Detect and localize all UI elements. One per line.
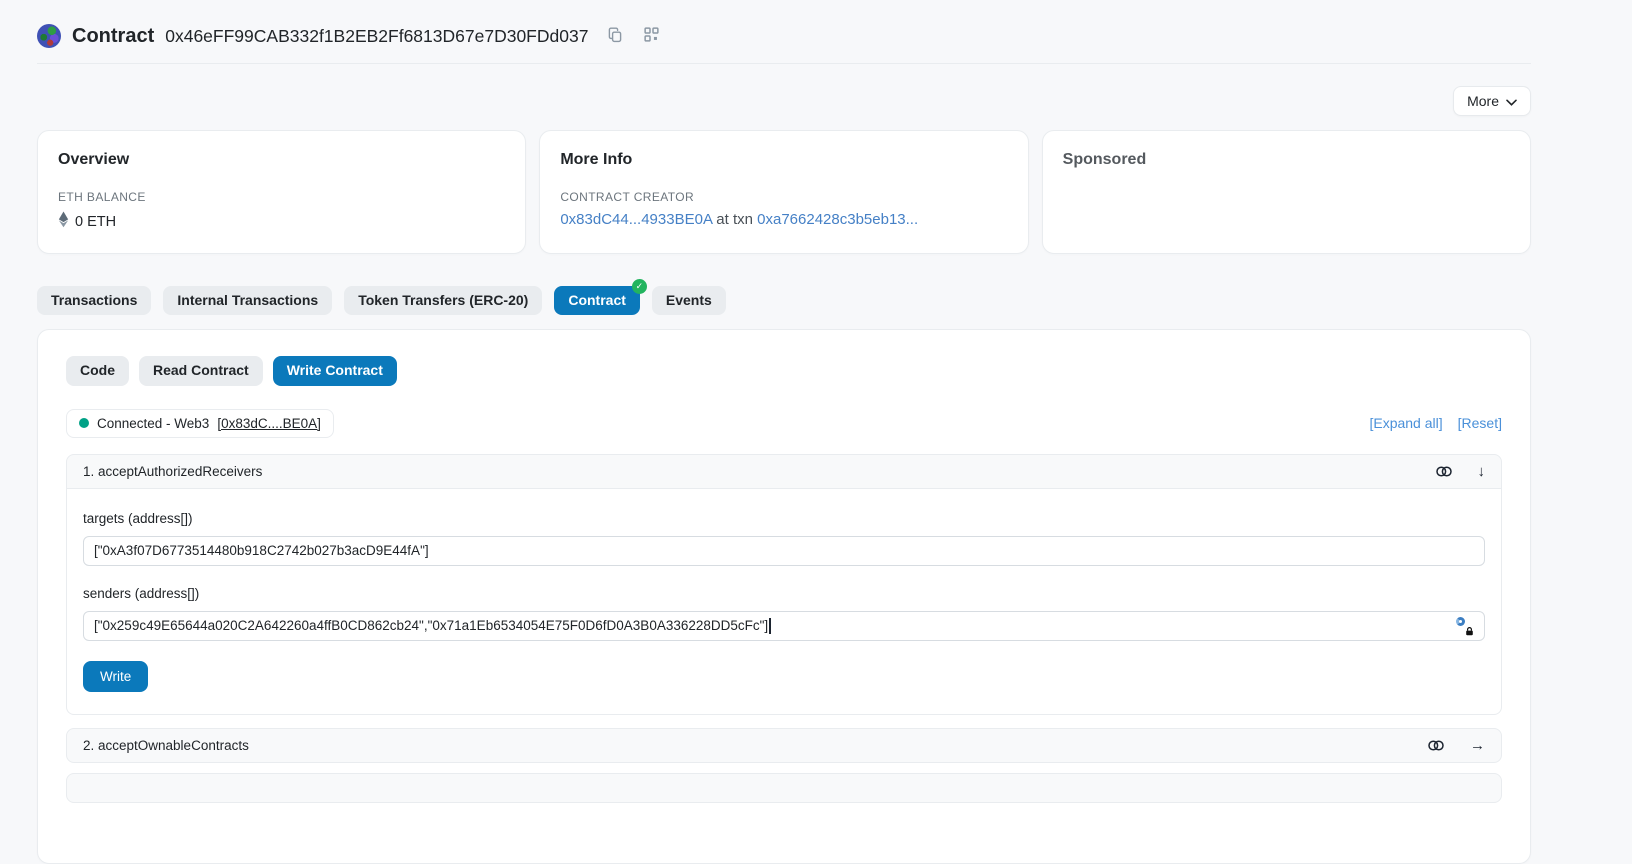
more-info-card: More Info CONTRACT CREATOR 0x83dC44...49… [539, 130, 1028, 254]
function-item-2: 2. acceptOwnableContracts → [66, 728, 1502, 763]
contract-avatar [37, 24, 61, 48]
write-button[interactable]: Write [83, 661, 148, 692]
subtab-read-contract[interactable]: Read Contract [139, 356, 263, 385]
collapse-arrow-icon[interactable]: ↓ [1478, 464, 1486, 479]
at-txn-text: at txn [716, 211, 753, 228]
contract-subtabs: Code Read Contract Write Contract [66, 356, 1502, 385]
function-item-3 [66, 773, 1502, 803]
page-container: Contract 0x46eFF99CAB332f1B2EB2Ff6813D67… [37, 0, 1531, 864]
subtab-write-contract[interactable]: Write Contract [273, 356, 397, 385]
expand-all-link[interactable]: [Expand all] [1369, 415, 1442, 431]
wallet-connection-status: Connected - Web3 [0x83dC....BE0A] [66, 409, 334, 438]
more-info-title: More Info [560, 151, 1007, 169]
tab-contract[interactable]: Contract ✓ [554, 286, 640, 315]
subtab-code[interactable]: Code [66, 356, 129, 385]
info-cards: Overview ETH BALANCE 0 ETH More Info CON… [37, 130, 1531, 254]
senders-input[interactable]: ["0x259c49E65644a020C2A642260a4ffB0CD862… [83, 611, 1485, 641]
connected-wallet-link[interactable]: [0x83dC....BE0A] [217, 416, 321, 431]
permalink-icon[interactable] [1435, 465, 1453, 478]
targets-input-value: ["0xA3f07D6773514480b918C2742b027b3acD9E… [94, 543, 429, 558]
tab-transactions[interactable]: Transactions [37, 286, 151, 315]
copy-icon [607, 27, 623, 46]
overview-card: Overview ETH BALANCE 0 ETH [37, 130, 526, 254]
overview-title: Overview [58, 151, 505, 169]
function-item-2-title: 2. acceptOwnableContracts [83, 738, 249, 753]
reset-link[interactable]: [Reset] [1458, 415, 1502, 431]
targets-input[interactable]: ["0xA3f07D6773514480b918C2742b027b3acD9E… [83, 536, 1485, 566]
function-item-1-title: 1. acceptAuthorizedReceivers [83, 464, 262, 479]
qr-code-icon [644, 27, 659, 45]
more-button[interactable]: More [1453, 86, 1531, 116]
more-button-label: More [1467, 93, 1499, 109]
contract-panel: Code Read Contract Write Contract Connec… [37, 329, 1531, 863]
function-item-1-icons: ↓ [1435, 464, 1486, 479]
connected-dot-icon [79, 418, 89, 428]
tab-contract-label: Contract [568, 293, 626, 308]
function-item-1-body: targets (address[]) ["0xA3f07D6773514480… [66, 489, 1502, 715]
function-item-1-header[interactable]: 1. acceptAuthorizedReceivers ↓ [66, 454, 1502, 489]
tab-events[interactable]: Events [652, 286, 726, 315]
function-item-1: 1. acceptAuthorizedReceivers ↓ targets (… [66, 454, 1502, 715]
contract-creator-line: 0x83dC44...4933BE0A at txn 0xa7662428c3b… [560, 211, 1007, 228]
ethereum-icon [58, 211, 69, 232]
function-item-3-header-partial[interactable] [66, 773, 1502, 803]
password-manager-lock-icon[interactable] [1456, 617, 1474, 634]
text-cursor [769, 618, 771, 634]
contract-header: Contract 0x46eFF99CAB332f1B2EB2Ff6813D67… [37, 0, 1531, 64]
creator-address-link[interactable]: 0x83dC44...4933BE0A [560, 211, 712, 228]
verified-check-icon: ✓ [632, 279, 647, 294]
expand-arrow-icon[interactable]: → [1470, 738, 1485, 753]
eth-balance-label: ETH BALANCE [58, 190, 505, 204]
page-title: Contract [72, 25, 154, 48]
sponsored-title: Sponsored [1063, 151, 1510, 169]
eth-balance-value: 0 ETH [75, 214, 116, 230]
copy-address-button[interactable] [605, 25, 625, 48]
tab-token-transfers[interactable]: Token Transfers (ERC-20) [344, 286, 542, 315]
address-tabs: Transactions Internal Transactions Token… [37, 286, 1531, 315]
chevron-down-icon [1506, 93, 1517, 109]
connection-status-text: Connected - Web3 [97, 416, 209, 431]
senders-field-label: senders (address[]) [83, 586, 1485, 601]
targets-field-label: targets (address[]) [83, 511, 1485, 526]
sponsored-card: Sponsored [1042, 130, 1531, 254]
permalink-icon[interactable] [1427, 739, 1445, 752]
more-row: More [37, 86, 1531, 116]
qr-code-button[interactable] [642, 25, 661, 47]
tab-internal-transactions[interactable]: Internal Transactions [163, 286, 332, 315]
function-item-2-icons: → [1427, 738, 1485, 753]
contract-address: 0x46eFF99CAB332f1B2EB2Ff6813D67e7D30FDd0… [165, 26, 588, 47]
senders-input-value: ["0x259c49E65644a020C2A642260a4ffB0CD862… [94, 618, 768, 633]
function-item-2-header[interactable]: 2. acceptOwnableContracts → [66, 728, 1502, 763]
creation-txn-link[interactable]: 0xa7662428c3b5eb13... [757, 211, 918, 228]
connection-row: Connected - Web3 [0x83dC....BE0A] [Expan… [66, 409, 1502, 438]
eth-balance-value-row: 0 ETH [58, 211, 505, 232]
list-actions: [Expand all] [Reset] [1369, 415, 1502, 431]
contract-creator-label: CONTRACT CREATOR [560, 190, 1007, 204]
